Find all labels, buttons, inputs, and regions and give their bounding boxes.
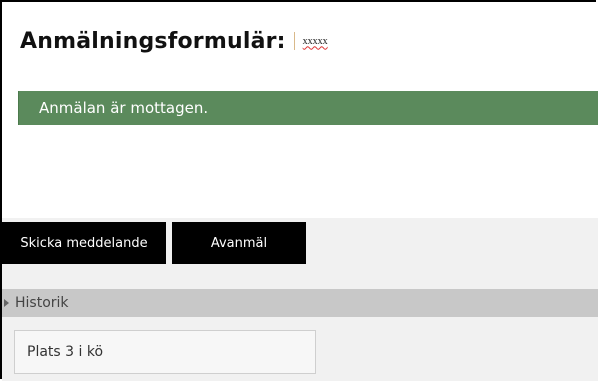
cancel-registration-button[interactable]: Avanmäl xyxy=(172,222,306,264)
history-entry: Plats 3 i kö xyxy=(14,330,316,374)
queue-position-text: Plats 3 i kö xyxy=(27,344,104,360)
success-alert: Anmälan är mottagen. xyxy=(18,91,598,125)
form-title-row: Anmälningsformulär: xxxxx xyxy=(20,26,328,56)
send-message-button[interactable]: Skicka meddelande xyxy=(2,222,166,264)
chevron-right-icon xyxy=(4,299,9,307)
history-label: Historik xyxy=(15,295,69,311)
title-separator xyxy=(293,32,295,50)
history-toggle[interactable]: Historik xyxy=(2,289,598,317)
title-value: xxxxx xyxy=(302,35,328,47)
page-title: Anmälningsformulär: xyxy=(20,28,286,54)
success-message: Anmälan är mottagen. xyxy=(39,99,209,117)
